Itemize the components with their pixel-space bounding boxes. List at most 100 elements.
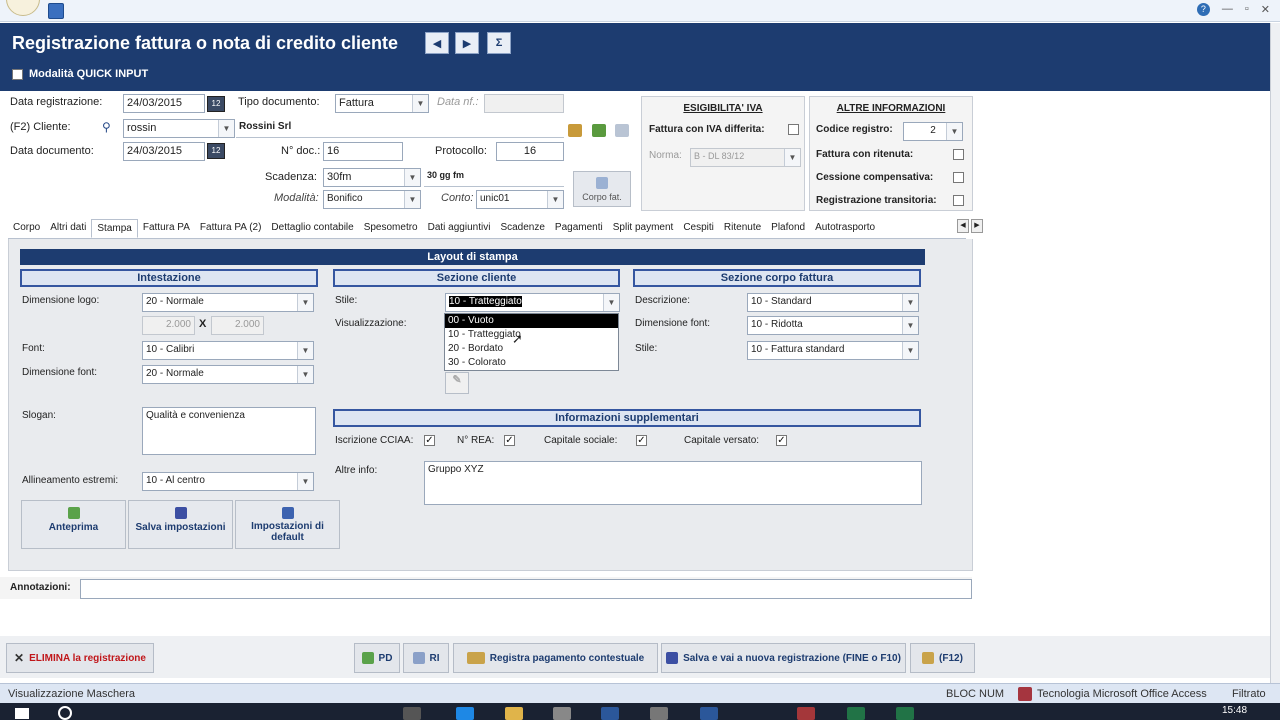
stile-cliente-select[interactable]: 10 - Tratteggiato ▼ [445,293,620,312]
f12-button[interactable]: (F12) [910,643,975,673]
data-registrazione-input[interactable]: 24/03/2015 [123,94,205,113]
tab-spesometro[interactable]: Spesometro [359,219,423,238]
chevron-down-icon[interactable]: ▼ [603,294,619,311]
outlook-icon[interactable] [700,707,718,720]
transitoria-checkbox[interactable] [953,195,964,206]
chevron-down-icon[interactable]: ▼ [902,342,918,359]
tab-scroll-right-icon[interactable]: ▶ [971,219,983,233]
vertical-scrollbar[interactable] [1270,23,1280,683]
dim-font-select[interactable]: 20 - Normale ▼ [142,365,314,384]
allineamento-select[interactable]: 10 - Al centro ▼ [142,472,314,491]
tab-altri-dati[interactable]: Altri dati [45,219,91,238]
mail-icon[interactable] [615,124,629,137]
scadenza-select[interactable]: 30fm ▼ [323,168,421,187]
rea-checkbox[interactable]: ✓ [504,435,515,446]
edit-client-icon[interactable] [568,124,582,137]
chevron-down-icon[interactable]: ▼ [902,294,918,311]
access-icon[interactable] [797,707,815,720]
word-icon[interactable] [601,707,619,720]
dropdown-option[interactable]: 30 - Colorato [445,356,618,370]
dim-font-corpo-select[interactable]: 10 - Ridotta ▼ [747,316,919,335]
next-record-button[interactable]: ▶ [455,32,479,54]
store-icon[interactable] [553,707,571,720]
protocollo-input[interactable]: 16 [496,142,564,161]
cliente-code-select[interactable]: rossin ▼ [123,119,235,138]
tab-pagamenti[interactable]: Pagamenti [550,219,608,238]
tab-scroll-left-icon[interactable]: ◀ [957,219,969,233]
n-doc-input[interactable]: 16 [323,142,403,161]
tab-dati-aggiuntivi[interactable]: Dati aggiuntivi [423,219,496,238]
quick-input-checkbox[interactable] [12,68,23,80]
chevron-down-icon[interactable]: ▼ [784,149,800,166]
client-info-icon[interactable] [592,124,606,137]
ri-button[interactable]: RI [403,643,449,673]
windows-start-icon[interactable] [15,708,29,719]
conto-select[interactable]: unic01 ▼ [476,190,564,209]
altre-info-textarea[interactable]: Gruppo XYZ [424,461,922,505]
app-icon[interactable] [650,707,668,720]
chevron-down-icon[interactable]: ▼ [412,95,428,112]
excel-icon[interactable] [896,707,914,720]
salva-impostazioni-button[interactable]: Salva impostazioni [128,500,233,549]
impostazioni-default-button[interactable]: Impostazioni di default [235,500,340,549]
cciaa-checkbox[interactable]: ✓ [424,435,435,446]
chevron-down-icon[interactable]: ▼ [946,123,962,140]
chevron-down-icon[interactable]: ▼ [404,169,420,186]
chevron-down-icon[interactable]: ▼ [404,191,420,208]
chevron-down-icon[interactable]: ▼ [218,120,234,137]
annotazioni-input[interactable] [80,579,972,599]
data-nf-input[interactable] [484,94,564,113]
edge-icon[interactable] [456,707,474,720]
tab-fattura-pa-2[interactable]: Fattura PA (2) [195,219,267,238]
corpo-fat-button[interactable]: Corpo fat. [573,171,631,207]
chevron-down-icon[interactable]: ▼ [902,317,918,334]
modalita-select[interactable]: Bonifico ▼ [323,190,421,209]
dim-logo-select[interactable]: 20 - Normale ▼ [142,293,314,312]
descrizione-select[interactable]: 10 - Standard ▼ [747,293,919,312]
explorer-icon[interactable] [505,707,523,720]
stile-corpo-select[interactable]: 10 - Fattura standard ▼ [747,341,919,360]
tab-stampa[interactable]: Stampa [91,219,138,238]
help-icon[interactable]: ? [1196,3,1210,16]
prev-record-button[interactable]: ◀ [425,32,449,54]
dropdown-option[interactable]: 00 - Vuoto [445,314,618,328]
office-button[interactable] [6,0,40,16]
salva-nuova-button[interactable]: Salva e vai a nuova registrazione (FINE … [661,643,906,673]
data-documento-input[interactable]: 24/03/2015 [123,142,205,161]
calendar-icon[interactable]: 12 [207,96,225,112]
search-icon[interactable] [58,706,72,720]
dropdown-option[interactable]: 10 - Tratteggiato [445,328,618,342]
iva-differita-checkbox[interactable] [788,124,799,135]
codice-registro-select[interactable]: 2 ▼ [903,122,963,141]
task-view-icon[interactable] [403,707,421,720]
save-icon[interactable] [48,3,64,19]
pd-button[interactable]: PD [354,643,400,673]
sum-button[interactable]: Σ [487,32,511,54]
anteprima-button[interactable]: Anteprima [21,500,126,549]
tipo-documento-select[interactable]: Fattura ▼ [335,94,429,113]
tab-cespiti[interactable]: Cespiti [678,219,719,238]
chevron-down-icon[interactable]: ▼ [297,294,313,311]
font-select[interactable]: 10 - Calibri ▼ [142,341,314,360]
chevron-down-icon[interactable]: ▼ [547,191,563,208]
registra-pagamento-button[interactable]: Registra pagamento contestuale [453,643,658,673]
restore-icon[interactable]: ▫ [1245,3,1249,16]
calendar-icon[interactable]: 12 [207,143,225,159]
binoculars-icon[interactable]: ⚲ [102,120,111,134]
tab-fattura-pa[interactable]: Fattura PA [138,219,195,238]
ritenuta-checkbox[interactable] [953,149,964,160]
tab-corpo[interactable]: Corpo [8,219,45,238]
excel-icon[interactable] [847,707,865,720]
chevron-down-icon[interactable]: ▼ [297,473,313,490]
dropdown-option[interactable]: 20 - Bordato [445,342,618,356]
stile-cliente-dropdown[interactable]: 00 - Vuoto 10 - Tratteggiato 20 - Bordat… [444,313,619,371]
capitale-sociale-checkbox[interactable]: ✓ [636,435,647,446]
norma-select[interactable]: B - DL 83/12 ▼ [690,148,801,167]
logo-width-input[interactable]: 2.000 [142,316,195,335]
edit-style-button[interactable]: ✎ [445,372,469,394]
elimina-button[interactable]: ✕ ELIMINA la registrazione [6,643,154,673]
chevron-down-icon[interactable]: ▼ [297,366,313,383]
tab-ritenute[interactable]: Ritenute [719,219,766,238]
slogan-textarea[interactable]: Qualità e convenienza [142,407,316,455]
tab-autotrasporto[interactable]: Autotrasporto [810,219,880,238]
